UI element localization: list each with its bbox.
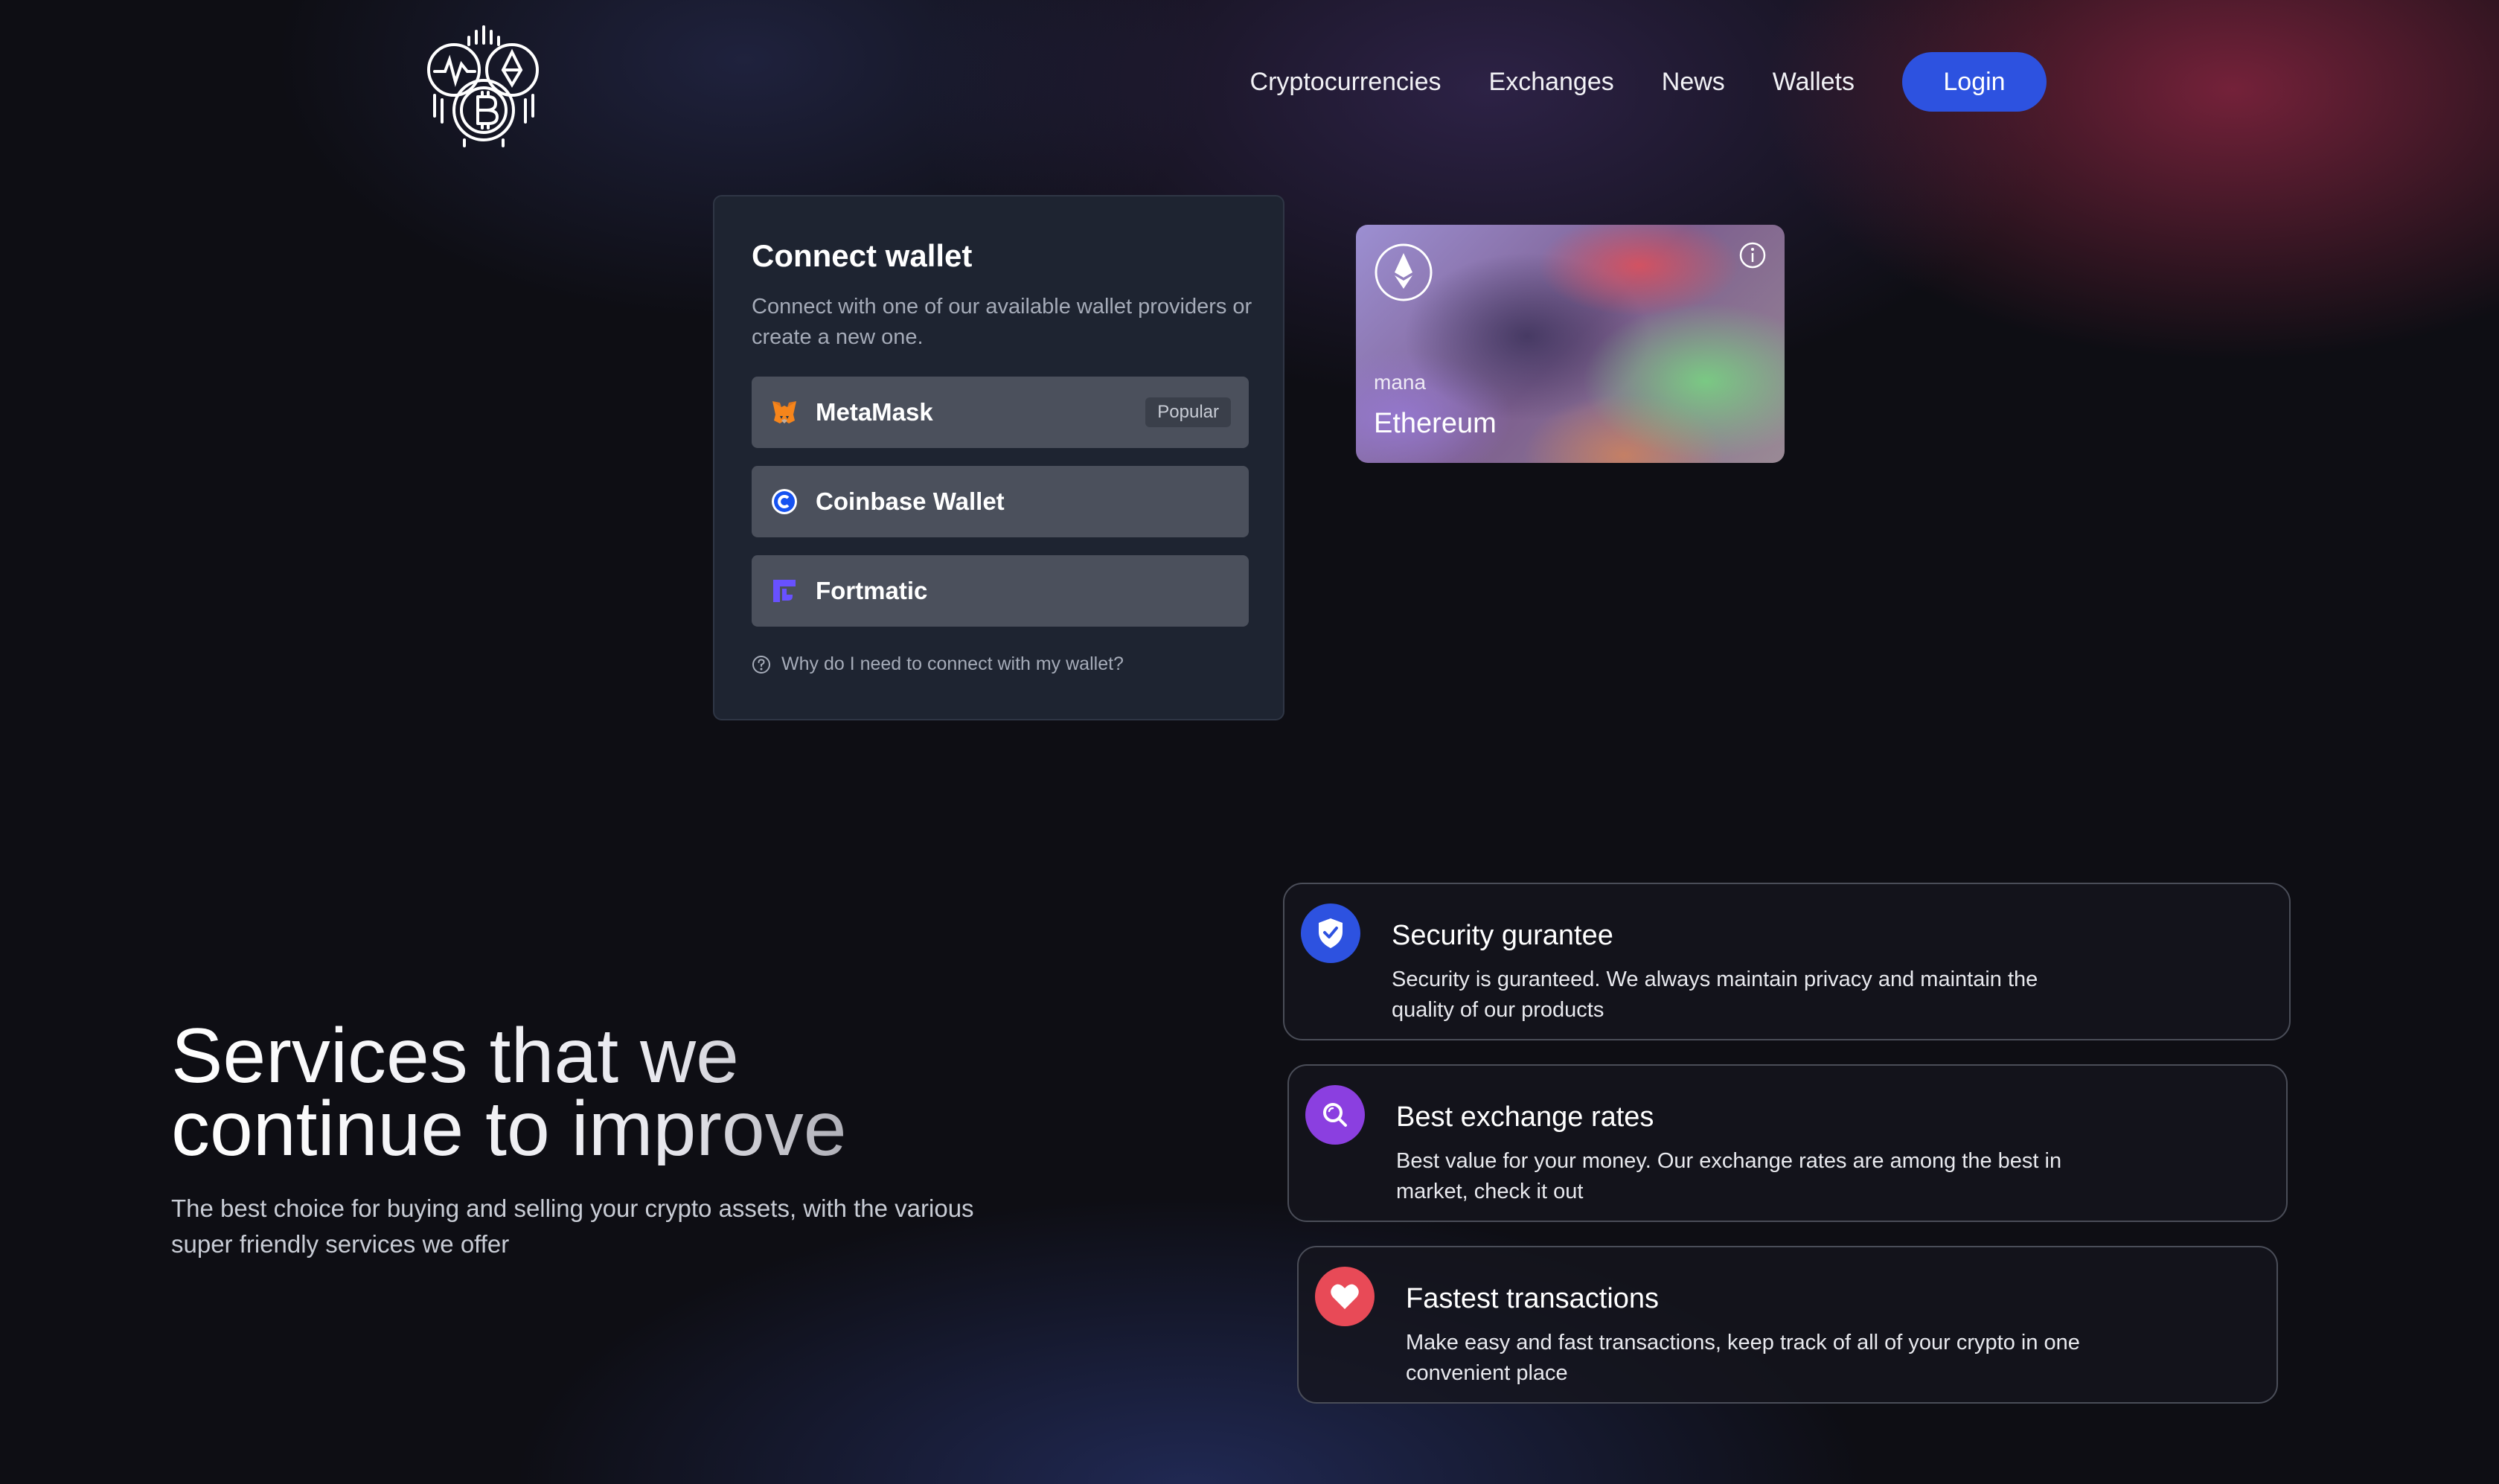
feature-security: Security gurantee Security is guranteed.… bbox=[1283, 883, 2291, 1040]
connect-wallet-title: Connect wallet bbox=[752, 238, 973, 273]
feature-security-description: Security is guranteed. We always maintai… bbox=[1392, 968, 2038, 1022]
wallet-help-link[interactable]: Why do I need to connect with my wallet? bbox=[752, 653, 1124, 675]
nav-news[interactable]: News bbox=[1662, 68, 1725, 97]
nav-wallets[interactable]: Wallets bbox=[1773, 68, 1855, 97]
logo-icon[interactable] bbox=[424, 22, 549, 147]
nav-exchanges[interactable]: Exchanges bbox=[1489, 68, 1614, 97]
search-icon bbox=[1305, 1085, 1365, 1145]
provider-coinbase[interactable]: Coinbase Wallet bbox=[752, 466, 1249, 537]
token-subtitle: mana bbox=[1374, 371, 1427, 394]
feature-fast-transactions-title: Fastest transactions bbox=[1406, 1283, 1660, 1314]
info-icon[interactable] bbox=[1738, 241, 1767, 269]
shield-check-icon bbox=[1301, 903, 1360, 963]
services-description: The best choice for buying and selling y… bbox=[171, 1194, 974, 1258]
main-nav: Cryptocurrencies Exchanges News Wallets … bbox=[1250, 52, 2047, 112]
connect-wallet-card: Connect wallet Connect with one of our a… bbox=[713, 195, 1284, 720]
wallet-help-text: Why do I need to connect with my wallet? bbox=[781, 653, 1124, 674]
provider-metamask-label: MetaMask bbox=[816, 398, 933, 426]
login-button[interactable]: Login bbox=[1902, 52, 2047, 112]
provider-fortmatic[interactable]: Fortmatic bbox=[752, 555, 1249, 627]
provider-fortmatic-label: Fortmatic bbox=[816, 577, 928, 604]
question-circle-icon bbox=[752, 655, 770, 674]
services-title-line2: continue to improve bbox=[171, 1086, 847, 1172]
feature-fast-transactions-description: Make easy and fast transactions, keep tr… bbox=[1406, 1331, 2080, 1385]
provider-metamask[interactable]: MetaMask Popular bbox=[752, 377, 1249, 448]
feature-exchange-rates-title: Best exchange rates bbox=[1396, 1101, 1654, 1133]
token-name: Ethereum bbox=[1374, 408, 1497, 439]
feature-fast-transactions: Fastest transactions Make easy and fast … bbox=[1297, 1246, 2278, 1404]
nav-cryptocurrencies[interactable]: Cryptocurrencies bbox=[1250, 68, 1442, 97]
feature-exchange-rates-description: Best value for your money. Our exchange … bbox=[1396, 1149, 2062, 1203]
heart-icon bbox=[1315, 1267, 1375, 1326]
metamask-fox-icon bbox=[769, 397, 799, 427]
token-card[interactable]: mana Ethereum bbox=[1356, 225, 1785, 463]
fortmatic-icon bbox=[769, 576, 799, 606]
feature-security-title: Security gurantee bbox=[1392, 920, 1613, 951]
feature-exchange-rates: Best exchange rates Best value for your … bbox=[1287, 1064, 2288, 1222]
ethereum-icon bbox=[1375, 243, 1433, 301]
connect-wallet-description: Connect with one of our available wallet… bbox=[752, 295, 1252, 349]
provider-coinbase-label: Coinbase Wallet bbox=[816, 487, 1005, 515]
popular-badge: Popular bbox=[1145, 397, 1231, 427]
coinbase-icon bbox=[769, 487, 799, 516]
services-title: Services that we continue to improve bbox=[171, 1020, 1064, 1165]
